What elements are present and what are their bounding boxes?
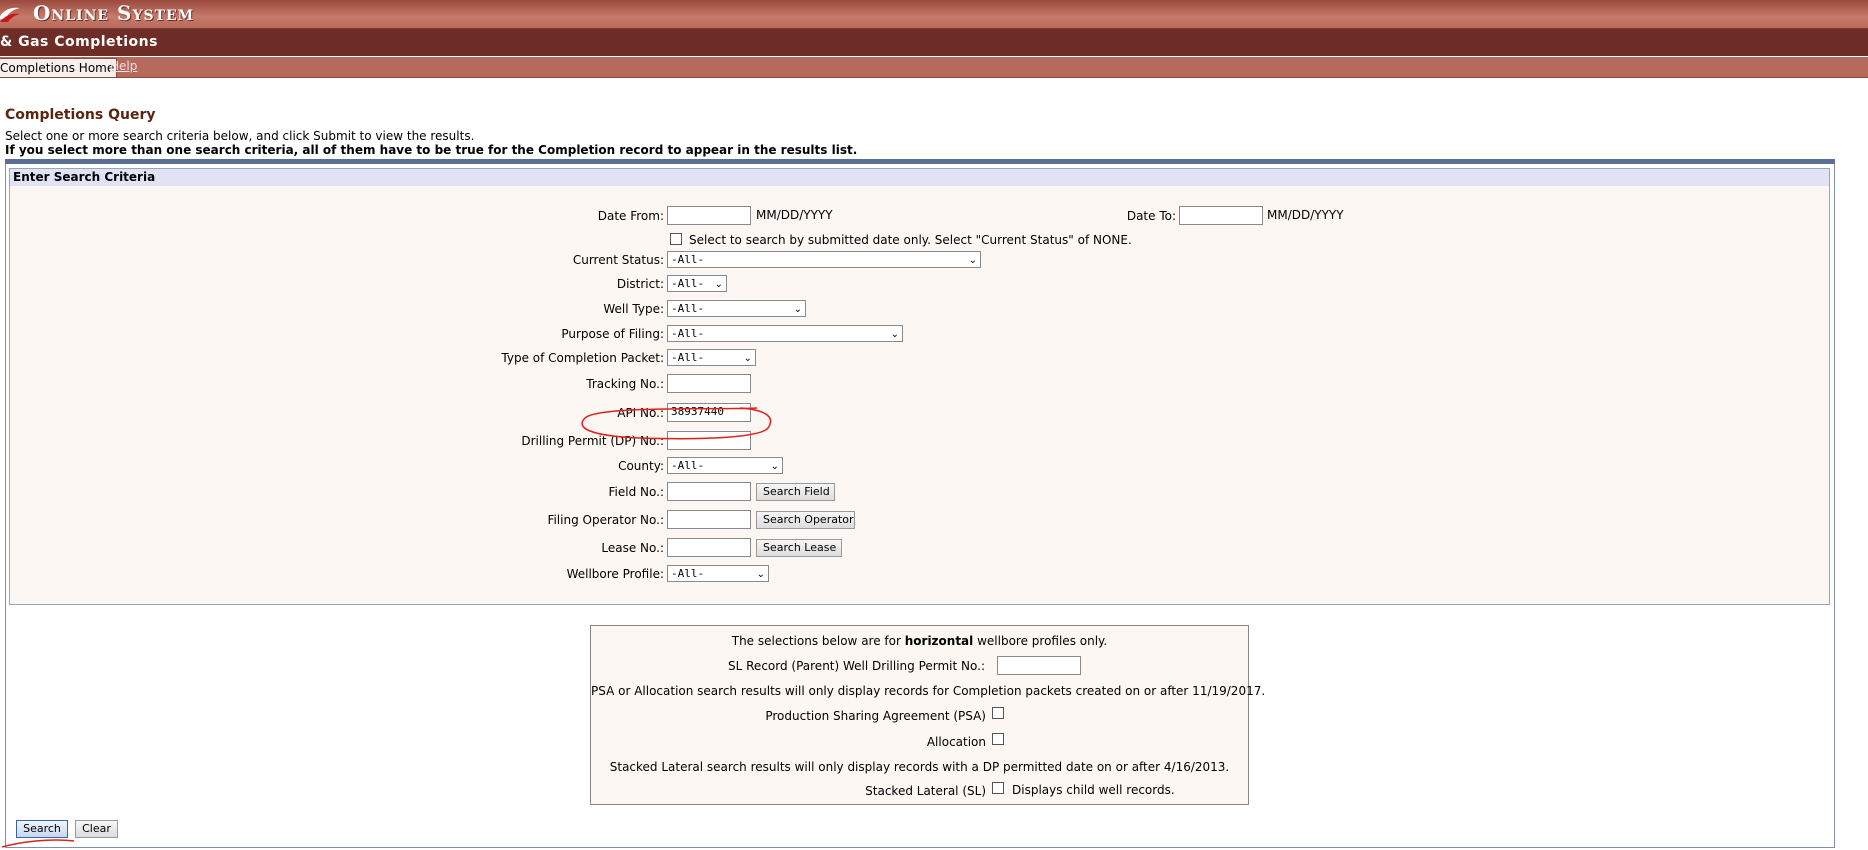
county-value: -All- (671, 459, 705, 472)
psa-label: Production Sharing Agreement (PSA) (765, 709, 986, 723)
packet-type-label: Type of Completion Packet: (501, 351, 664, 365)
stacked-note: Stacked Lateral search results will only… (609, 760, 1230, 774)
allocation-label: Allocation (926, 735, 986, 749)
drilling-permit-label: Drilling Permit (DP) No.: (521, 434, 664, 448)
submitted-date-only-checkbox[interactable] (670, 233, 682, 245)
criteria-heading: Enter Search Criteria (10, 169, 1829, 186)
nav-tabs: Completions Home Help (0, 57, 1868, 78)
wellbore-profile-value: -All- (671, 567, 705, 580)
drilling-permit-input[interactable] (667, 431, 751, 450)
date-to-input[interactable] (1179, 206, 1263, 225)
search-field-button[interactable]: Search Field (756, 483, 835, 501)
purpose-of-filing-select[interactable]: -All- ⌄ (667, 325, 903, 342)
date-from-format: MM/DD/YYYY (756, 208, 833, 222)
psa-checkbox[interactable] (992, 707, 1004, 719)
lease-no-input[interactable] (667, 538, 751, 557)
chevron-down-icon: ⌄ (890, 329, 899, 340)
date-from-label: Date From: (597, 209, 664, 223)
stacked-lateral-label: Stacked Lateral (SL) (865, 784, 986, 798)
well-type-label: Well Type: (603, 302, 664, 316)
agency-logo-icon (0, 7, 20, 22)
section-bar: & Gas Completions (0, 29, 1868, 56)
well-type-select[interactable]: -All- ⌄ (667, 300, 806, 317)
current-status-value: -All- (671, 253, 705, 266)
horizontal-options-panel: The selections below are for horizontal … (590, 625, 1266, 805)
district-select[interactable]: -All- ⌄ (667, 275, 727, 292)
field-no-input[interactable] (667, 482, 751, 501)
county-select[interactable]: -All- ⌄ (667, 457, 783, 474)
operator-no-input[interactable] (667, 510, 751, 529)
clear-button[interactable]: Clear (75, 820, 118, 838)
operator-no-label: Filing Operator No.: (547, 513, 664, 527)
chevron-down-icon: ⌄ (770, 461, 779, 472)
search-lease-button[interactable]: Search Lease (756, 539, 842, 557)
chevron-down-icon: ⌄ (743, 353, 752, 364)
packet-type-select[interactable]: -All- ⌄ (667, 349, 756, 366)
sl-parent-label: SL Record (Parent) Well Drilling Permit … (728, 659, 985, 673)
chevron-down-icon: ⌄ (756, 569, 765, 580)
well-type-value: -All- (671, 302, 705, 315)
district-value: -All- (671, 277, 705, 290)
sl-parent-input[interactable] (997, 656, 1081, 675)
tracking-no-label: Tracking No.: (586, 377, 664, 391)
app-title: Online System (33, 1, 195, 25)
date-to-format: MM/DD/YYYY (1267, 208, 1344, 222)
date-to-label: Date To: (1126, 209, 1176, 223)
api-no-label: API No.: (617, 406, 664, 420)
tab-completions-home[interactable]: Completions Home (0, 58, 118, 78)
horizontal-intro-pre: The selections below are for (731, 634, 905, 648)
search-criteria-panel: Enter Search Criteria Date From: MM/DD/Y… (9, 168, 1830, 605)
horizontal-intro: The selections below are for horizontal … (591, 634, 1248, 648)
instructions-text: Select one or more search criteria below… (5, 129, 475, 143)
search-button[interactable]: Search (16, 820, 68, 838)
horizontal-intro-post: wellbore profiles only. (973, 634, 1108, 648)
purpose-of-filing-label: Purpose of Filing: (561, 327, 664, 341)
tracking-no-input[interactable] (667, 374, 751, 393)
horizontal-intro-bold: horizontal (904, 634, 974, 648)
date-from-input[interactable] (667, 206, 751, 225)
page-title: Completions Query (5, 107, 156, 123)
current-status-select[interactable]: -All- ⌄ (667, 251, 981, 268)
lease-no-label: Lease No.: (601, 541, 664, 555)
allocation-checkbox[interactable] (992, 733, 1004, 745)
county-label: County: (618, 459, 664, 473)
section-title: & Gas Completions (0, 34, 158, 50)
header-banner: Online System (0, 0, 1868, 29)
wellbore-profile-select[interactable]: -All- ⌄ (667, 565, 769, 582)
search-operator-button[interactable]: Search Operator (756, 511, 855, 529)
wellbore-profile-label: Wellbore Profile: (566, 567, 664, 581)
chevron-down-icon: ⌄ (714, 279, 723, 290)
stacked-lateral-hint: Displays child well records. (1012, 783, 1175, 797)
help-link[interactable]: Help (110, 59, 137, 73)
stacked-lateral-checkbox[interactable] (992, 782, 1004, 794)
submitted-date-only-label: Select to search by submitted date only.… (689, 233, 1132, 247)
chevron-down-icon: ⌄ (793, 304, 802, 315)
psa-note: PSA or Allocation search results will on… (591, 684, 1266, 698)
district-label: District: (616, 277, 664, 291)
current-status-label: Current Status: (572, 253, 664, 267)
instructions-warning: If you select more than one search crite… (5, 143, 858, 157)
packet-type-value: -All- (671, 351, 705, 364)
api-no-input[interactable]: 38937440 (667, 403, 751, 422)
chevron-down-icon: ⌄ (968, 255, 977, 266)
field-no-label: Field No.: (608, 485, 664, 499)
purpose-of-filing-value: -All- (671, 327, 705, 340)
